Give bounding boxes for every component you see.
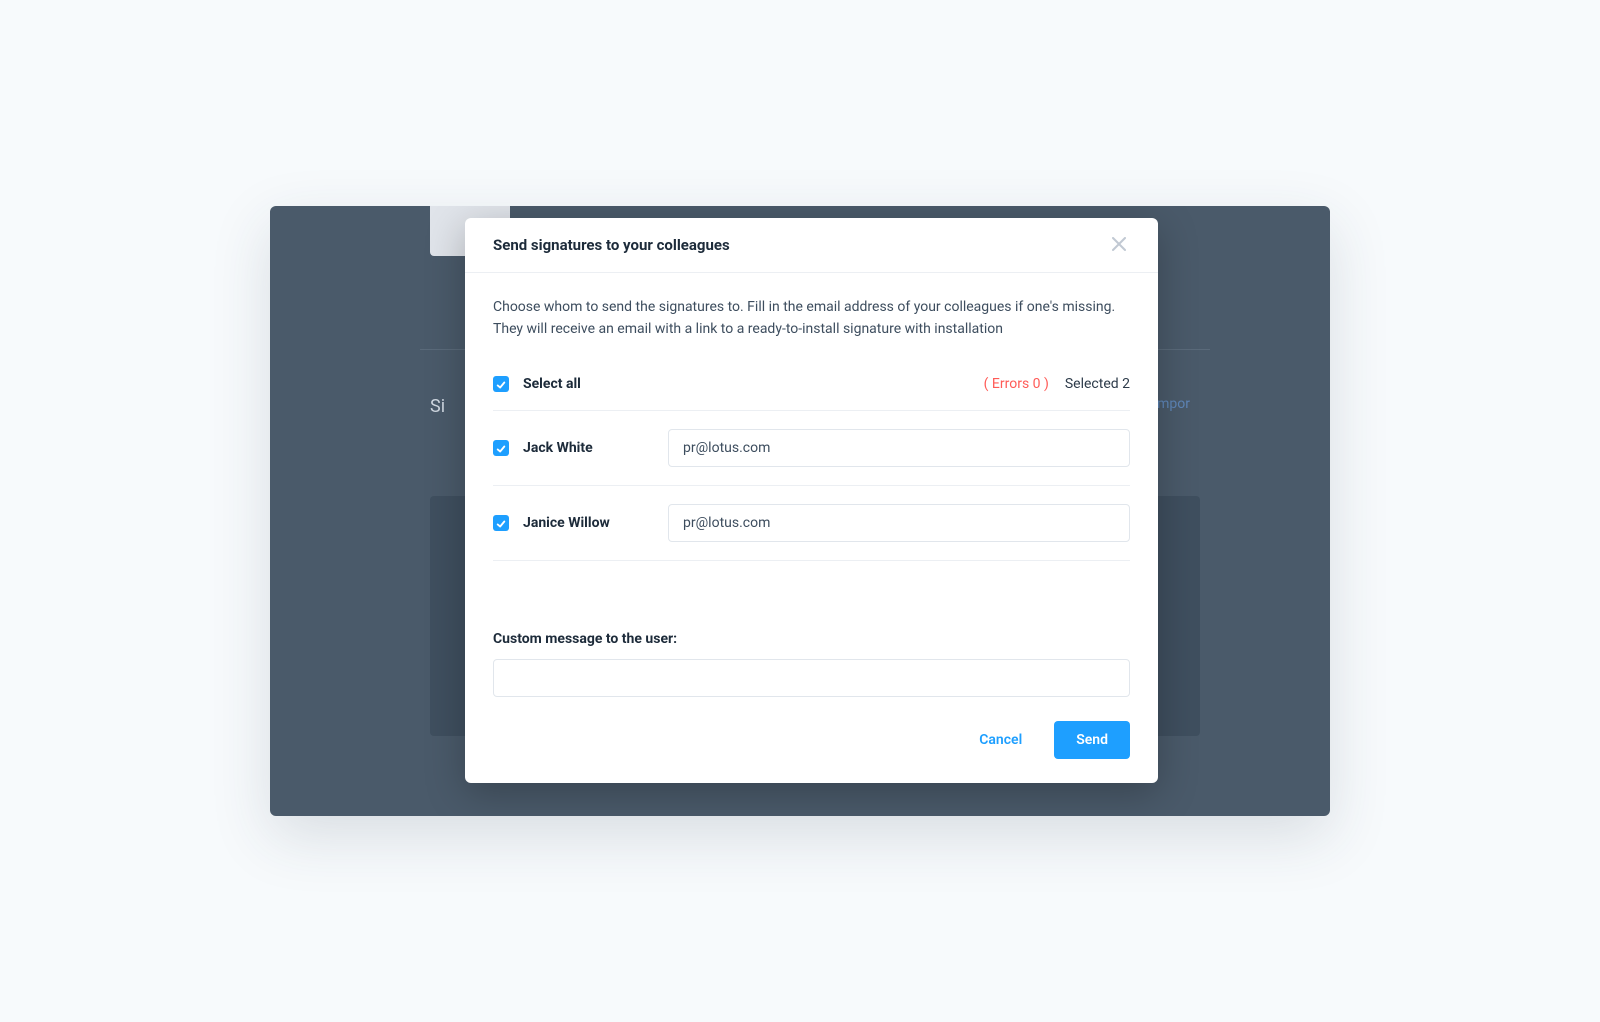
modal-description: Choose whom to send the signatures to. F… [493,297,1130,340]
recipient-email-input[interactable] [668,429,1130,467]
app-window: Si mpor Send signatures to your colleagu… [270,206,1330,816]
send-button[interactable]: Send [1054,721,1130,759]
background-text-right: mpor [1157,396,1190,412]
errors-count: ( Errors 0 ) [984,376,1049,392]
background-text-left: Si [430,396,445,417]
recipient-name: Jack White [523,440,668,456]
close-icon [1112,237,1126,254]
custom-message-input[interactable] [493,659,1130,697]
modal-header: Send signatures to your colleagues [465,218,1158,273]
send-signatures-modal: Send signatures to your colleagues Choos… [465,218,1158,783]
checkmark-icon [496,375,506,394]
list-header-row: Select all ( Errors 0 ) Selected 2 [493,368,1130,410]
cancel-button[interactable]: Cancel [971,728,1030,752]
custom-message-label: Custom message to the user: [493,631,1130,647]
modal-body: Choose whom to send the signatures to. F… [465,273,1158,707]
modal-title: Send signatures to your colleagues [493,236,730,254]
recipient-row: Janice Willow [493,485,1130,561]
close-button[interactable] [1108,234,1130,256]
recipient-name: Janice Willow [523,515,668,531]
checkmark-icon [496,439,506,458]
recipient-checkbox[interactable] [493,515,509,531]
recipient-checkbox[interactable] [493,440,509,456]
recipient-email-input[interactable] [668,504,1130,542]
modal-footer: Cancel Send [465,707,1158,783]
checkmark-icon [496,514,506,533]
selected-count: Selected 2 [1065,376,1130,392]
select-all-checkbox[interactable] [493,376,509,392]
recipient-row: Jack White [493,410,1130,485]
select-all-label: Select all [523,376,581,392]
